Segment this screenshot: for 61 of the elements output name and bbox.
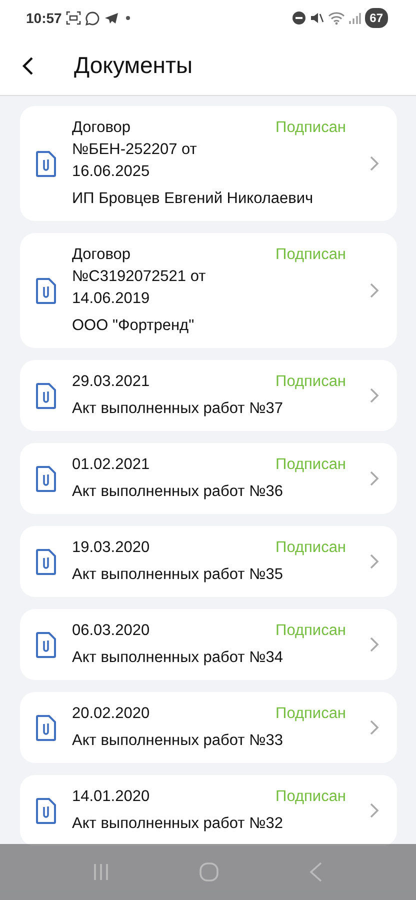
document-title: Договор №БЕН-252207 от 16.06.2025 — [72, 118, 198, 182]
status-text: Подписан — [276, 621, 346, 641]
status-text: Подписан — [276, 787, 346, 807]
chevron-right-icon — [370, 637, 379, 652]
chevron-right-icon — [370, 554, 379, 569]
document-card[interactable]: 14.01.2020 Подписан Акт выполненных работ №32 — [20, 775, 397, 846]
document-title: 06.03.2020 — [72, 621, 150, 641]
time-text: 10:57 — [26, 8, 62, 28]
signal-icon — [348, 12, 361, 24]
chat-bubble-icon — [84, 10, 100, 26]
status-text: Подписан — [276, 538, 346, 558]
document-subtitle: Акт выполненных работ №33 — [72, 731, 284, 751]
document-subtitle: ИП Бровцев Евгений Николаевич — [72, 189, 314, 209]
document-subtitle: Акт выполненных работ №37 — [72, 399, 284, 419]
document-title: 14.01.2020 — [72, 787, 150, 807]
document-subtitle: Акт выполненных работ №36 — [72, 482, 284, 502]
chevron-right-icon — [370, 388, 379, 403]
document-clip-icon — [36, 632, 56, 658]
document-subtitle: Акт выполненных работ №34 — [72, 648, 284, 668]
document-card[interactable]: Договор №С3192072521 от 14.06.2019 Подписан ООО "Фортренд" — [20, 233, 397, 348]
document-subtitle: Акт выполненных работ №32 — [72, 814, 284, 834]
document-clip-icon — [36, 466, 56, 492]
chevron-right-icon — [370, 471, 379, 486]
wifi-icon — [328, 11, 345, 25]
document-title: 29.03.2021 — [72, 372, 150, 392]
document-card[interactable]: 20.02.2020 Подписан Акт выполненных работ №33 — [20, 692, 397, 763]
chevron-right-icon — [370, 283, 379, 298]
document-card[interactable]: 19.03.2020 Подписан Акт выполненных работ №35 — [20, 526, 397, 597]
document-clip-icon — [36, 382, 56, 408]
document-subtitle: Акт выполненных работ №35 — [72, 565, 284, 585]
do-not-disturb-icon — [292, 11, 306, 25]
document-card[interactable]: Договор №БЕН-252207 от 16.06.2025 Подписан ИП Бровцев Евгений Николаевич — [20, 106, 397, 221]
document-title: 19.03.2020 — [72, 538, 150, 558]
recent-apps-icon[interactable] — [93, 863, 109, 881]
document-title: Договор №С3192072521 от 14.06.2019 — [72, 245, 207, 309]
home-icon[interactable] — [199, 862, 219, 882]
status-text: Подписан — [276, 372, 346, 392]
paper-plane-icon — [104, 12, 119, 24]
document-clip-icon — [36, 278, 56, 304]
status-text: Подписан — [276, 118, 346, 138]
chevron-right-icon — [370, 803, 379, 818]
document-card[interactable]: 29.03.2021 Подписан Акт выполненных работ №37 — [20, 360, 397, 431]
page-title: Документы — [74, 51, 193, 80]
mute-icon — [310, 11, 324, 25]
status-text: Подписан — [276, 704, 346, 724]
document-title: 01.02.2021 — [72, 455, 150, 475]
document-clip-icon — [36, 150, 56, 176]
battery-level: 67 — [364, 8, 388, 28]
back-icon[interactable] — [22, 56, 34, 76]
document-card[interactable]: 01.02.2021 Подписан Акт выполненных работ №36 — [20, 443, 397, 514]
screenshot-icon — [66, 11, 81, 25]
chevron-right-icon — [370, 156, 379, 171]
status-text: Подписан — [276, 245, 346, 265]
document-subtitle: ООО "Фортренд" — [72, 316, 196, 336]
document-clip-icon — [36, 714, 56, 740]
document-clip-icon — [36, 548, 56, 574]
status-text: Подписан — [276, 455, 346, 475]
document-title: 20.02.2020 — [72, 704, 150, 724]
chevron-right-icon — [370, 720, 379, 735]
document-clip-icon — [36, 798, 56, 824]
document-card[interactable]: 06.03.2020 Подписан Акт выполненных работ №34 — [20, 609, 397, 680]
